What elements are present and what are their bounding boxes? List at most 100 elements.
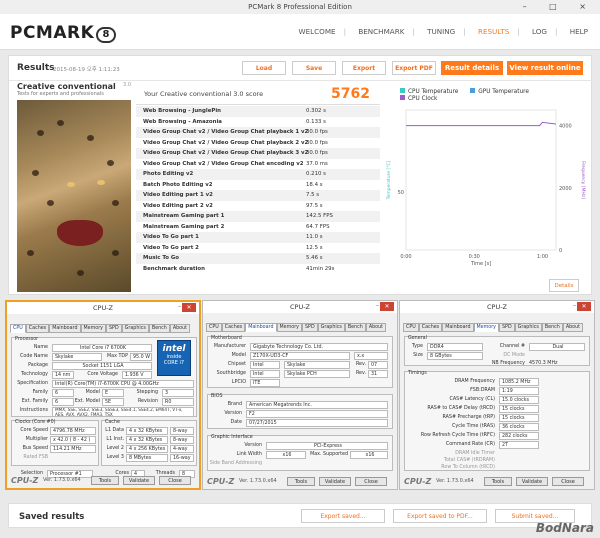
minimize-icon[interactable]: – — [376, 302, 379, 309]
result-details-button[interactable]: Result details — [441, 61, 503, 75]
y-right-tick-label: 0 — [559, 248, 562, 254]
close-button[interactable]: Close — [159, 476, 191, 485]
monitoring-chart: CPU Temperature GPU Temperature CPU Cloc… — [384, 82, 588, 288]
tab-caches[interactable]: Caches — [221, 323, 246, 332]
window-controls[interactable]: – □ × — [523, 0, 596, 14]
timings-group: Timings DRAM Frequency 1085.2 MHz FSB:DRA… — [404, 371, 590, 471]
legend-cpu-clock[interactable]: CPU Clock — [400, 95, 437, 102]
tab-about[interactable]: About — [365, 323, 386, 332]
close-icon[interactable]: ✕ — [577, 302, 591, 311]
tools-button[interactable]: Tools — [287, 477, 315, 486]
benchmark-version: 3.0 — [123, 82, 131, 88]
export-saved-button[interactable]: Export saved... — [301, 509, 385, 523]
tab-graphics[interactable]: Graphics — [317, 323, 345, 332]
minimize-icon[interactable]: – — [178, 303, 181, 310]
cpu-name: Intel Core i7 6700K — [52, 344, 152, 352]
tab-about[interactable]: About — [562, 323, 583, 332]
title-bar: PCMark 8 Professional Edition – □ × — [0, 0, 600, 14]
window-title: PCMark 8 Professional Edition — [248, 3, 352, 11]
benchmark-name: Creative conventional — [17, 82, 116, 91]
tab-caches[interactable]: Caches — [418, 323, 443, 332]
graphic-interface-group: Graphic Interface Version PCI-Express Lin… — [207, 435, 393, 471]
tab-memory[interactable]: Memory — [276, 323, 303, 332]
tab-graphics[interactable]: Graphics — [514, 323, 542, 332]
tab-spd[interactable]: SPD — [302, 323, 318, 332]
legend-cpu-temp[interactable]: CPU Temperature — [400, 88, 458, 95]
nav-benchmark[interactable]: BENCHMARK — [358, 27, 404, 36]
close-icon[interactable]: ✕ — [380, 302, 394, 311]
table-row: Video Group Chat v2 / Video Group Chat p… — [136, 127, 380, 138]
table-row: Video Group Chat v2 / Video Group Chat p… — [136, 148, 380, 159]
tab-graphics[interactable]: Graphics — [121, 324, 149, 333]
validate-button[interactable]: Validate — [319, 477, 351, 486]
table-row: Video Group Chat v2 / Video Group Chat e… — [143, 160, 328, 167]
score-label: Your Creative conventional 3.0 score — [144, 90, 264, 98]
chart-plot: 0:00 0:30 1:00 Time [s] 50 4000 2000 0 Temperatu… — [386, 109, 586, 267]
y-left-axis-label: Temperature [°C] — [386, 160, 392, 200]
tools-button[interactable]: Tools — [484, 477, 512, 486]
results-panel: Results 2015-08-19 오후 1:11:23 Load Save … — [8, 55, 593, 295]
tab-cpu[interactable]: CPU — [403, 323, 419, 332]
table-row: Batch Photo Editing v2 18.4 s — [143, 181, 323, 188]
tab-spd[interactable]: SPD — [499, 323, 515, 332]
nav-help[interactable]: HELP — [570, 27, 588, 36]
tab-bench[interactable]: Bench — [148, 324, 170, 333]
table-row: Video To Go part 1 11.0 s — [136, 232, 380, 243]
cpuz-tabs: CPU Caches Mainboard Memory SPD Graphics Bench… — [403, 323, 583, 332]
close-icon[interactable]: ✕ — [182, 303, 196, 312]
tab-mainboard[interactable]: Mainboard — [442, 323, 474, 332]
tab-mainboard[interactable]: Mainboard — [245, 323, 277, 332]
export-saved-pdf-button[interactable]: Export saved to PDF... — [393, 509, 487, 523]
view-online-button[interactable]: View result online — [507, 61, 583, 75]
nav-results[interactable]: RESULTS — [478, 27, 509, 36]
chart-legend: CPU Temperature GPU Temperature CPU Cloc… — [400, 88, 588, 102]
tab-bench[interactable]: Bench — [344, 323, 366, 332]
tab-about[interactable]: About — [169, 324, 190, 333]
main-menu: WELCOME | BENCHMARK | TUNING | RESULTS | LOG… — [298, 27, 588, 36]
table-row: Web Browsing - Amazonia 0.133 s — [143, 118, 326, 125]
clocks-group: Clocks (Core #0) Core Speed 4796.78 MHz M… — [11, 420, 99, 466]
cpuz-tabs: CPU Caches Mainboard Memory SPD Graphics Bench… — [206, 323, 386, 332]
export-pdf-button[interactable]: Export PDF — [392, 61, 436, 75]
validate-button[interactable]: Validate — [123, 476, 155, 485]
tab-bench[interactable]: Bench — [541, 323, 563, 332]
tab-mainboard[interactable]: Mainboard — [49, 324, 81, 333]
load-button[interactable]: Load — [242, 61, 286, 75]
nav-welcome[interactable]: WELCOME — [299, 27, 336, 36]
cpuz-cpu-window: CPU-Z – ✕ CPU Caches Mainboard Memory SPD Gra… — [5, 300, 201, 490]
minimize-icon[interactable]: – — [573, 302, 576, 309]
table-row: Music To Go 5.46 s — [136, 253, 380, 264]
table-row: Video Editing part 1 v2 7.5 s — [136, 190, 380, 201]
table-row: Video To Go part 2 12.5 s — [143, 244, 323, 251]
y-right-tick-label: 4000 — [559, 124, 572, 130]
intel-logo: intel inside CORE i7 — [157, 340, 191, 376]
details-button[interactable]: Details — [549, 279, 579, 292]
save-button[interactable]: Save — [292, 61, 336, 75]
tools-button[interactable]: Tools — [91, 476, 119, 485]
close-button[interactable]: Close — [355, 477, 387, 486]
y-right-axis-label: Frequency [MHz] — [580, 161, 586, 199]
tab-memory[interactable]: Memory — [80, 324, 107, 333]
table-row: Mainstream Gaming part 1 142.5 FPS — [136, 211, 380, 222]
tab-cpu[interactable]: CPU — [206, 323, 222, 332]
pcmark-window: PCMark 8 Professional Edition – □ × PCMA… — [0, 0, 600, 538]
cpuz-memory-window: CPU-Z – ✕ CPU Caches Mainboard Memory SPD Gra… — [399, 300, 595, 490]
tab-spd[interactable]: SPD — [106, 324, 122, 333]
tab-memory[interactable]: Memory — [473, 323, 500, 332]
tab-cpu[interactable]: CPU — [10, 324, 26, 333]
export-button[interactable]: Export — [342, 61, 386, 75]
close-button[interactable]: Close — [552, 477, 584, 486]
table-row: Mainstream Gaming part 2 64.7 FPS — [143, 223, 330, 230]
cpuz-brand: CPU-Z — [11, 476, 39, 485]
validate-button[interactable]: Validate — [516, 477, 548, 486]
nav-log[interactable]: LOG — [532, 27, 547, 36]
leopard-image — [17, 100, 131, 292]
legend-gpu-temp[interactable]: GPU Temperature — [470, 88, 529, 95]
nav-tuning[interactable]: TUNING — [427, 27, 455, 36]
benchmark-heading: Creative conventional Tests for experts … — [17, 82, 131, 100]
cpuz-tabs: CPU Caches Mainboard Memory SPD Graphics Bench… — [10, 324, 190, 333]
top-nav: PCMARK 8 WELCOME | BENCHMARK | TUNING | RESU… — [0, 14, 600, 50]
table-row: Video Editing part 2 v2 97.5 s — [143, 202, 323, 209]
tab-caches[interactable]: Caches — [25, 324, 50, 333]
saved-results-title: Saved results — [19, 512, 85, 522]
